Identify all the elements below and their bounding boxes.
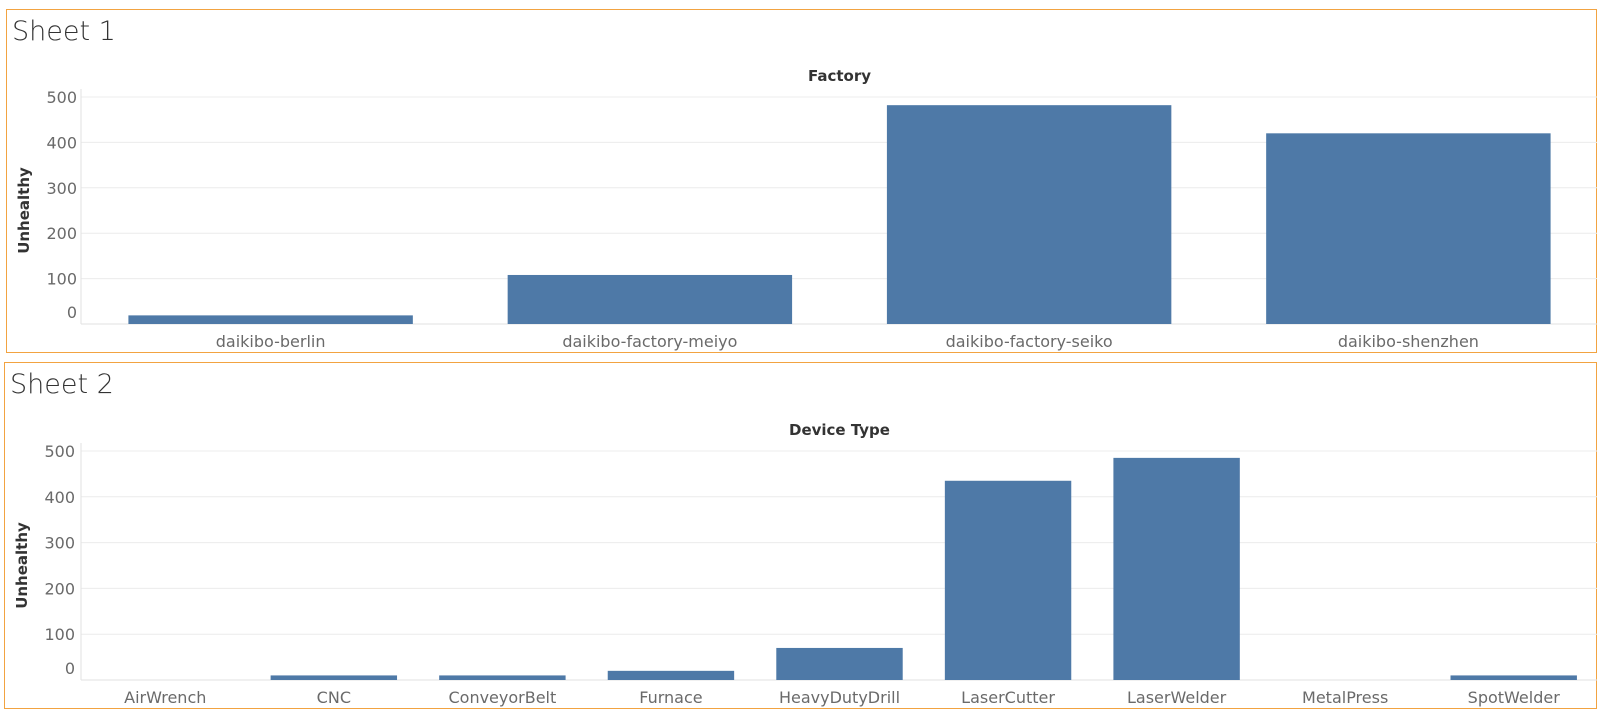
bar [1266, 133, 1551, 324]
bar [944, 480, 1072, 680]
factory-bar-chart: 0 100 200 300 400 500 Factory Unhealthy daikibo-… [15, 67, 1597, 351]
y-tick-label: 400 [46, 133, 77, 152]
y-tick-label: 200 [44, 579, 75, 598]
y-axis-title: Unhealthy [15, 167, 33, 254]
device-type-bar-chart: 0 100 200 300 400 500 Device Type Unhealthy AirW… [13, 421, 1597, 707]
y-tick-label: 500 [46, 88, 77, 107]
category-label: daikibo-factory-meiyo [562, 332, 737, 351]
category-label: ConveyorBelt [448, 688, 556, 707]
category-label: CNC [317, 688, 351, 707]
bar [1113, 457, 1240, 680]
bar [507, 274, 793, 324]
category-label: daikibo-shenzhen [1338, 332, 1479, 351]
sheet-1-panel: Sheet 1 0 100 200 300 400 500 Factory Unhealthy… [6, 9, 1597, 353]
y-tick-label: 100 [44, 625, 75, 644]
category-label: AirWrench [124, 688, 206, 707]
sheet-2-panel: Sheet 2 0 100 200 300 400 500 Device Type Unhea… [4, 362, 1597, 709]
category-label: HeavyDutyDrill [779, 688, 900, 707]
y-axis-title: Unhealthy [13, 522, 31, 609]
bar [776, 647, 903, 680]
bar [439, 675, 566, 680]
bar [270, 675, 398, 680]
category-label: LaserWelder [1127, 688, 1227, 707]
y-tick-label: 300 [44, 534, 75, 553]
category-label: SpotWelder [1468, 688, 1561, 707]
y-tick-label: 0 [65, 659, 75, 678]
bar [128, 315, 413, 324]
y-tick-label: 200 [46, 224, 77, 243]
bar [607, 670, 735, 680]
column-header: Factory [808, 67, 871, 85]
y-tick-label: 300 [46, 179, 77, 198]
bar [1450, 675, 1577, 680]
category-label: daikibo-berlin [216, 332, 326, 351]
y-tick-label: 400 [44, 488, 75, 507]
column-header: Device Type [789, 421, 890, 439]
y-tick-label: 100 [46, 270, 77, 289]
category-label: LaserCutter [961, 688, 1055, 707]
y-tick-label: 500 [44, 442, 75, 461]
category-label: MetalPress [1302, 688, 1388, 707]
y-tick-label: 0 [67, 303, 77, 322]
category-label: Furnace [639, 688, 702, 707]
bar [886, 105, 1172, 324]
category-label: daikibo-factory-seiko [946, 332, 1113, 351]
